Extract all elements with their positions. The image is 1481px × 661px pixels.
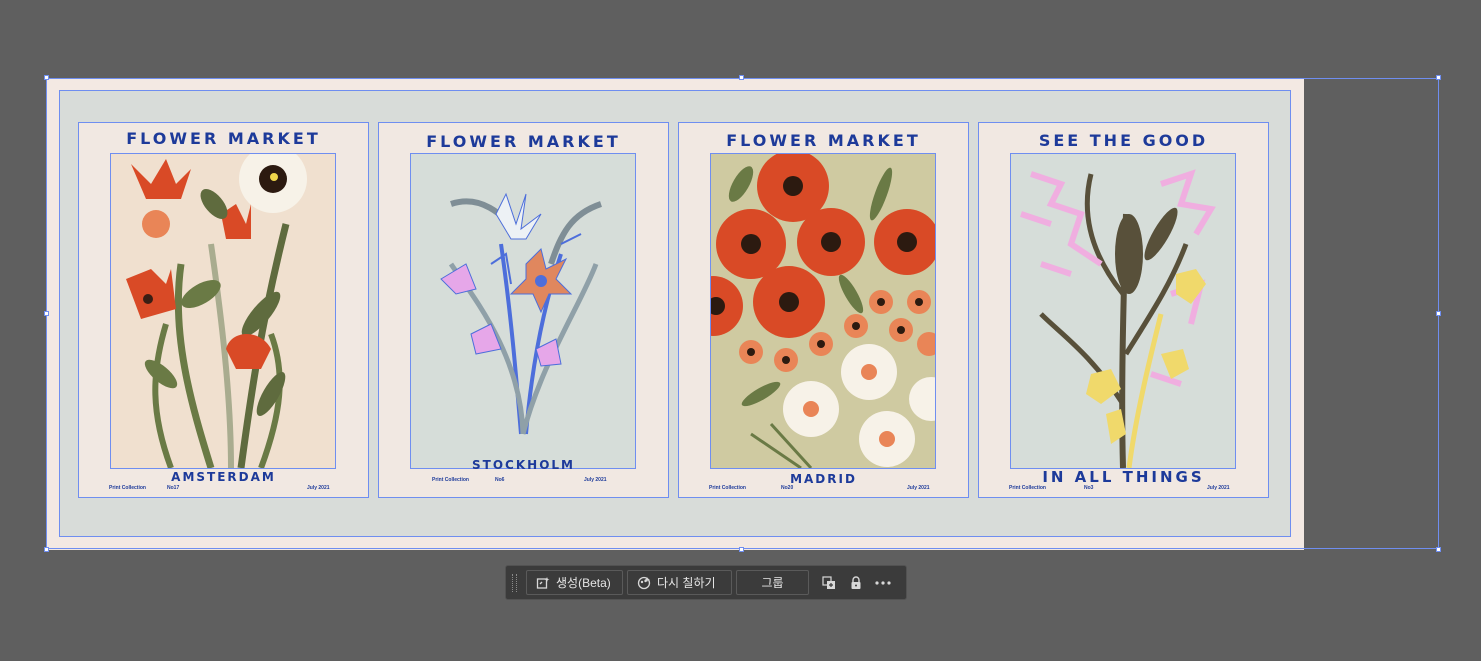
resize-handle-top-left[interactable]: [44, 75, 49, 80]
poster-subtitle: AMSTERDAM: [171, 470, 276, 484]
lock-icon[interactable]: [845, 572, 867, 594]
poster-number: No3: [1084, 485, 1094, 491]
poster-artwork: [410, 153, 636, 469]
resize-handle-bottom-left[interactable]: [44, 547, 49, 552]
resize-handle-right[interactable]: [1436, 311, 1441, 316]
madrid-poppies-illustration: [711, 154, 935, 468]
group-button[interactable]: 그룹: [736, 570, 809, 595]
see-the-good-bouquet-illustration: [1020, 169, 1216, 468]
poster-title: FLOWER MARKET: [126, 129, 321, 148]
poster-madrid[interactable]: FLOWER MARKET MADRID Print Collection No…: [678, 122, 969, 498]
poster-subtitle: MADRID: [790, 472, 857, 486]
poster-date: July 2021: [1207, 485, 1230, 491]
poster-title: SEE THE GOOD: [1038, 131, 1209, 150]
poster-collection-label: Print Collection: [709, 485, 746, 491]
poster-collection-label: Print Collection: [1009, 485, 1046, 491]
poster-subtitle: IN ALL THINGS: [1042, 468, 1205, 486]
generate-button[interactable]: 생성(Beta): [526, 570, 623, 595]
contextual-task-bar: 생성(Beta) 다시 칠하기 그룹: [505, 565, 907, 600]
more-icon[interactable]: [872, 572, 894, 594]
poster-see-the-good[interactable]: SEE THE GOOD IN ALL THINGS Print Collect…: [978, 122, 1269, 498]
resize-handle-bottom[interactable]: [739, 547, 744, 552]
poster-title: FLOWER MARKET: [726, 131, 921, 150]
poster-stockholm[interactable]: FLOWER MARKET STOCKHOLM Print Collection…: [378, 122, 669, 498]
recolor-button[interactable]: 다시 칠하기: [627, 570, 732, 595]
recolor-label: 다시 칠하기: [657, 576, 716, 590]
generate-icon: [536, 576, 550, 590]
generate-label: 생성(Beta): [556, 576, 611, 590]
amsterdam-flowers-illustration: [126, 154, 307, 468]
poster-number: No17: [167, 485, 180, 491]
resize-handle-bottom-right[interactable]: [1436, 547, 1441, 552]
poster-number: No20: [781, 485, 794, 491]
group-label: 그룹: [761, 576, 784, 590]
stockholm-bouquet-illustration: [440, 192, 603, 435]
poster-number: No6: [495, 477, 505, 483]
resize-handle-left[interactable]: [44, 311, 49, 316]
poster-artwork: [1010, 153, 1236, 469]
poster-date: July 2021: [307, 485, 330, 491]
resize-handle-top[interactable]: [739, 75, 744, 80]
poster-collection-label: Print Collection: [432, 477, 469, 483]
poster-title: FLOWER MARKET: [426, 132, 621, 151]
poster-artwork: [710, 153, 936, 469]
drag-grip-icon[interactable]: [512, 573, 517, 592]
poster-artwork: [110, 153, 336, 469]
poster-subtitle: STOCKHOLM: [472, 458, 575, 472]
poster-date: July 2021: [907, 485, 930, 491]
arrange-icon[interactable]: [818, 572, 840, 594]
resize-handle-top-right[interactable]: [1436, 75, 1441, 80]
poster-amsterdam[interactable]: FLOWER MARKET AMSTERDAM Print Collection…: [78, 122, 369, 498]
recolor-icon: [637, 576, 651, 590]
poster-collection-label: Print Collection: [109, 485, 146, 491]
poster-date: July 2021: [584, 477, 607, 483]
